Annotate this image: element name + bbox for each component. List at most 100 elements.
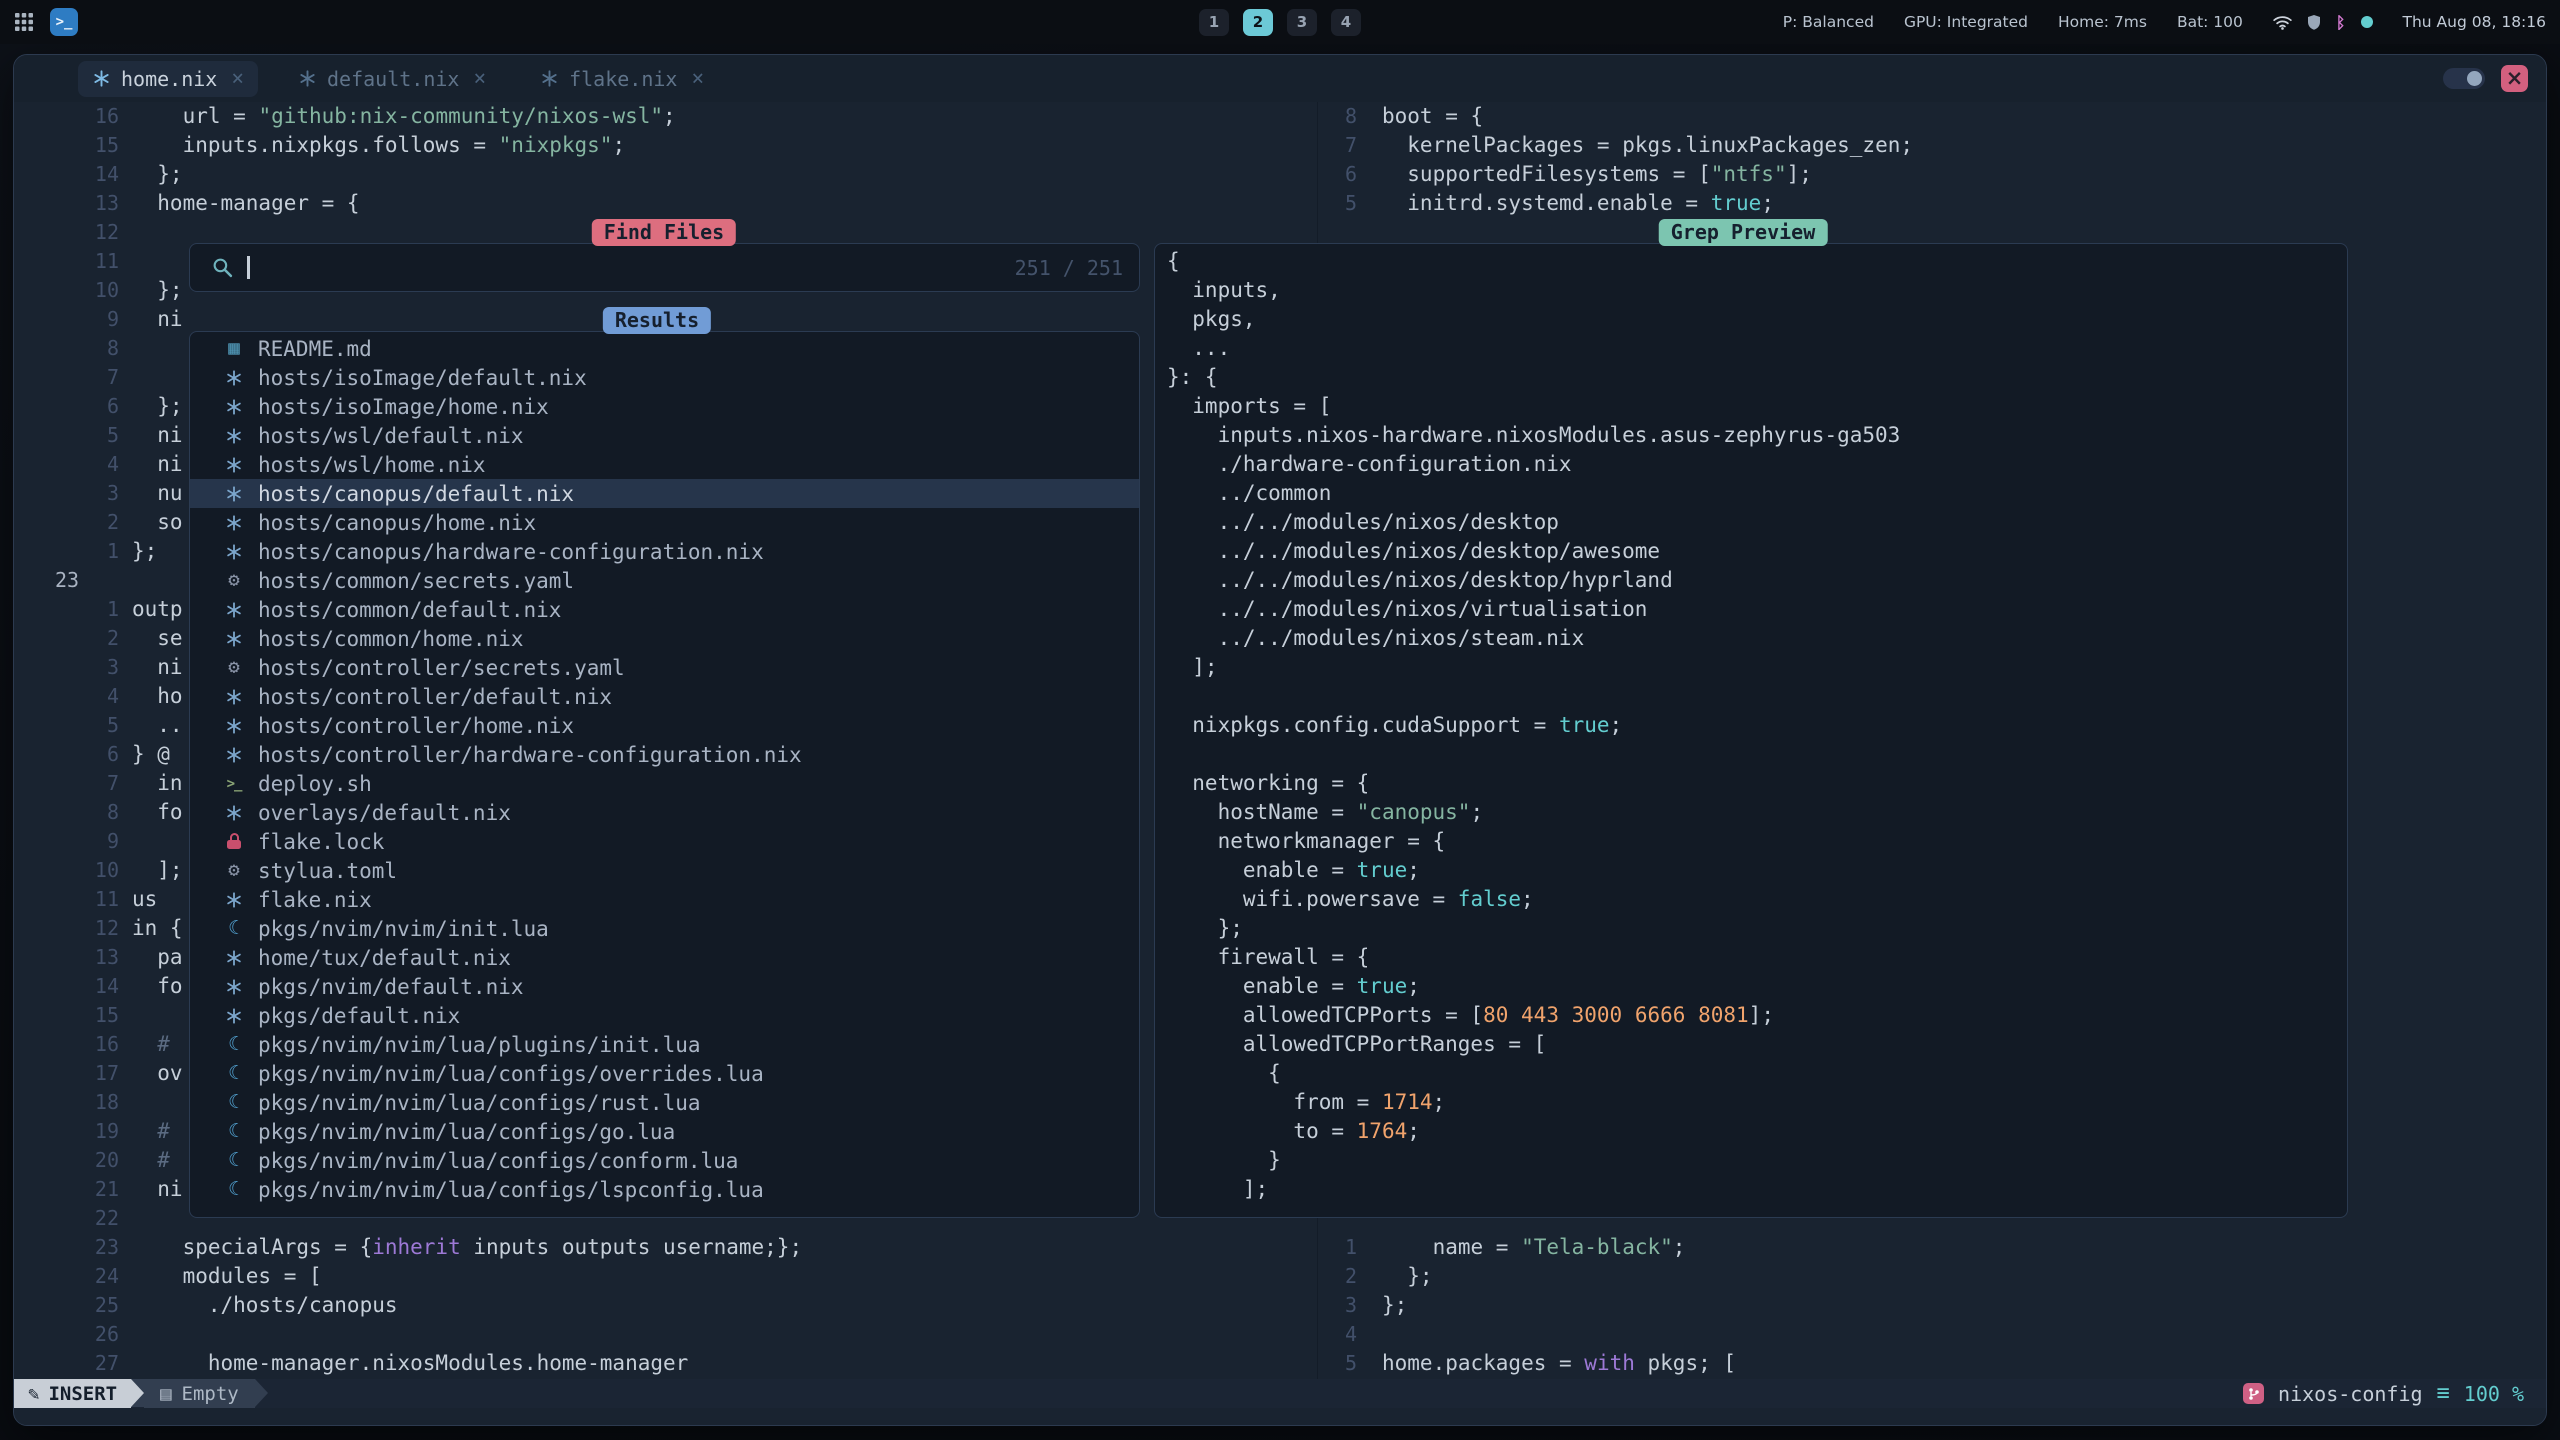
result-item[interactable]: hosts/controller/default.nix bbox=[190, 682, 1139, 711]
result-item[interactable]: ⚙hosts/controller/secrets.yaml bbox=[190, 653, 1139, 682]
nix-file-icon bbox=[222, 630, 246, 648]
line-number: 20 bbox=[14, 1146, 119, 1175]
result-item[interactable]: hosts/common/default.nix bbox=[190, 595, 1139, 624]
preview-line: hostName = "canopus"; bbox=[1167, 798, 2347, 827]
nix-file-icon bbox=[222, 746, 246, 764]
line-number: 10 bbox=[14, 856, 119, 885]
system-top-bar: >_ 1234 P: BalancedGPU: IntegratedHome: … bbox=[0, 0, 2560, 44]
clock[interactable]: Thu Aug 08, 18:16 bbox=[2403, 13, 2546, 31]
terminal-window: home.nix×default.nix×flake.nix× × 16 url… bbox=[13, 54, 2547, 1426]
line-number: 2 bbox=[14, 508, 119, 537]
code-line[interactable]: 16 url = "github:nix-community/nixos-wsl… bbox=[14, 102, 1317, 131]
code-line[interactable]: 6 supportedFilesystems = ["ntfs"]; bbox=[1318, 160, 2546, 189]
result-item[interactable]: ☾pkgs/nvim/nvim/lua/configs/overrides.lu… bbox=[190, 1059, 1139, 1088]
result-item[interactable]: home/tux/default.nix bbox=[190, 943, 1139, 972]
tab-home.nix[interactable]: home.nix× bbox=[78, 61, 258, 97]
result-item[interactable]: hosts/controller/hardware-configuration.… bbox=[190, 740, 1139, 769]
result-item[interactable]: hosts/canopus/home.nix bbox=[190, 508, 1139, 537]
find-files-input[interactable]: 251 / 251 bbox=[189, 243, 1140, 292]
tab-default.nix[interactable]: default.nix× bbox=[284, 61, 500, 97]
preview-title: Grep Preview bbox=[1659, 219, 1828, 246]
preview-line: to = 1764; bbox=[1167, 1117, 2347, 1146]
close-window-button[interactable]: × bbox=[2501, 65, 2528, 92]
buffer-tabline: home.nix× default.nix× flake.nix× × bbox=[14, 55, 2546, 102]
result-item[interactable]: flake.lock bbox=[190, 827, 1139, 856]
result-item[interactable]: hosts/wsl/default.nix bbox=[190, 421, 1139, 450]
status-module: Home: 7ms bbox=[2058, 13, 2147, 31]
result-item[interactable]: hosts/common/home.nix bbox=[190, 624, 1139, 653]
result-item[interactable]: pkgs/nvim/default.nix bbox=[190, 972, 1139, 1001]
format-toggle[interactable] bbox=[2443, 68, 2485, 89]
nix-file-icon bbox=[222, 456, 246, 474]
close-tab-icon[interactable]: × bbox=[473, 68, 486, 89]
close-tab-icon[interactable]: × bbox=[231, 68, 244, 89]
result-item[interactable]: ▦README.md bbox=[190, 334, 1139, 363]
result-item[interactable]: ☾pkgs/nvim/nvim/init.lua bbox=[190, 914, 1139, 943]
nix-file-icon bbox=[222, 543, 246, 561]
close-tab-icon[interactable]: × bbox=[691, 68, 704, 89]
code-line[interactable]: 3}; bbox=[1318, 1291, 2546, 1320]
code-line[interactable]: 25 ./hosts/canopus bbox=[14, 1291, 1317, 1320]
line-number: 4 bbox=[14, 682, 119, 711]
bluetooth-icon[interactable]: ᛒ bbox=[2336, 13, 2346, 32]
result-item[interactable]: overlays/default.nix bbox=[190, 798, 1139, 827]
result-item[interactable]: ☾pkgs/nvim/nvim/lua/configs/lspconfig.lu… bbox=[190, 1175, 1139, 1204]
result-item[interactable]: ☾pkgs/nvim/nvim/lua/configs/go.lua bbox=[190, 1117, 1139, 1146]
tab-flake.nix[interactable]: flake.nix× bbox=[526, 61, 718, 97]
yaml-file-icon: ⚙ bbox=[222, 658, 246, 677]
result-item[interactable]: >_deploy.sh bbox=[190, 769, 1139, 798]
line-number: 1 bbox=[14, 595, 119, 624]
code-line[interactable]: 5home.packages = with pkgs; [ bbox=[1318, 1349, 2546, 1378]
preview-line: { bbox=[1167, 247, 2347, 276]
code-line[interactable]: 8boot = { bbox=[1318, 102, 2546, 131]
nix-file-icon bbox=[222, 1007, 246, 1025]
status-dot-icon[interactable] bbox=[2361, 16, 2373, 28]
code-line[interactable]: 15 inputs.nixpkgs.follows = "nixpkgs"; bbox=[14, 131, 1317, 160]
line-number: 6 bbox=[14, 392, 119, 421]
result-item[interactable]: hosts/wsl/home.nix bbox=[190, 450, 1139, 479]
result-item[interactable]: hosts/canopus/hardware-configuration.nix bbox=[190, 537, 1139, 566]
line-number: 15 bbox=[14, 1001, 119, 1030]
result-item[interactable]: ⚙hosts/common/secrets.yaml bbox=[190, 566, 1139, 595]
workspace-4[interactable]: 4 bbox=[1331, 9, 1361, 36]
result-item[interactable]: ⚙stylua.toml bbox=[190, 856, 1139, 885]
nix-file-icon bbox=[222, 688, 246, 706]
code-line[interactable]: 1 name = "Tela-black"; bbox=[1318, 1233, 2546, 1262]
result-item[interactable]: ☾pkgs/nvim/nvim/lua/configs/rust.lua bbox=[190, 1088, 1139, 1117]
result-item-selected[interactable]: hosts/canopus/default.nix bbox=[190, 479, 1139, 508]
code-line[interactable]: 5 initrd.systemd.enable = true; bbox=[1318, 189, 2546, 218]
line-number: 9 bbox=[14, 305, 119, 334]
preview-line: ... bbox=[1167, 334, 2347, 363]
line-number: 9 bbox=[14, 827, 119, 856]
code-line[interactable]: 27 home-manager.nixosModules.home-manage… bbox=[14, 1349, 1317, 1378]
line-number: 12 bbox=[14, 914, 119, 943]
result-item[interactable]: hosts/controller/home.nix bbox=[190, 711, 1139, 740]
nix-file-icon bbox=[222, 485, 246, 503]
line-number: 14 bbox=[14, 160, 119, 189]
lua-file-icon: ☾ bbox=[222, 1093, 246, 1112]
separator bbox=[131, 1379, 144, 1407]
terminal-app-icon[interactable]: >_ bbox=[50, 8, 78, 36]
apps-grid-icon[interactable] bbox=[14, 12, 34, 32]
line-number: 3 bbox=[1318, 1291, 1357, 1320]
result-item[interactable]: hosts/isoImage/home.nix bbox=[190, 392, 1139, 421]
code-line[interactable]: 24 modules = [ bbox=[14, 1262, 1317, 1291]
shield-icon[interactable] bbox=[2307, 14, 2321, 30]
wifi-icon[interactable] bbox=[2273, 15, 2292, 30]
result-item[interactable]: hosts/isoImage/default.nix bbox=[190, 363, 1139, 392]
result-item[interactable]: pkgs/default.nix bbox=[190, 1001, 1139, 1030]
line-number: 21 bbox=[14, 1175, 119, 1204]
code-line[interactable]: 14 }; bbox=[14, 160, 1317, 189]
code-line[interactable]: 13 home-manager = { bbox=[14, 189, 1317, 218]
code-line[interactable]: 4 bbox=[1318, 1320, 2546, 1349]
result-item[interactable]: ☾pkgs/nvim/nvim/lua/configs/conform.lua bbox=[190, 1146, 1139, 1175]
workspace-3[interactable]: 3 bbox=[1287, 9, 1317, 36]
result-item[interactable]: ☾pkgs/nvim/nvim/lua/plugins/init.lua bbox=[190, 1030, 1139, 1059]
code-line[interactable]: 7 kernelPackages = pkgs.linuxPackages_ze… bbox=[1318, 131, 2546, 160]
workspace-2[interactable]: 2 bbox=[1243, 9, 1273, 36]
workspace-1[interactable]: 1 bbox=[1199, 9, 1229, 36]
result-item[interactable]: flake.nix bbox=[190, 885, 1139, 914]
code-line[interactable]: 2 }; bbox=[1318, 1262, 2546, 1291]
code-line[interactable]: 23 specialArgs = {inherit inputs outputs… bbox=[14, 1233, 1317, 1262]
code-line[interactable]: 26 bbox=[14, 1320, 1317, 1349]
